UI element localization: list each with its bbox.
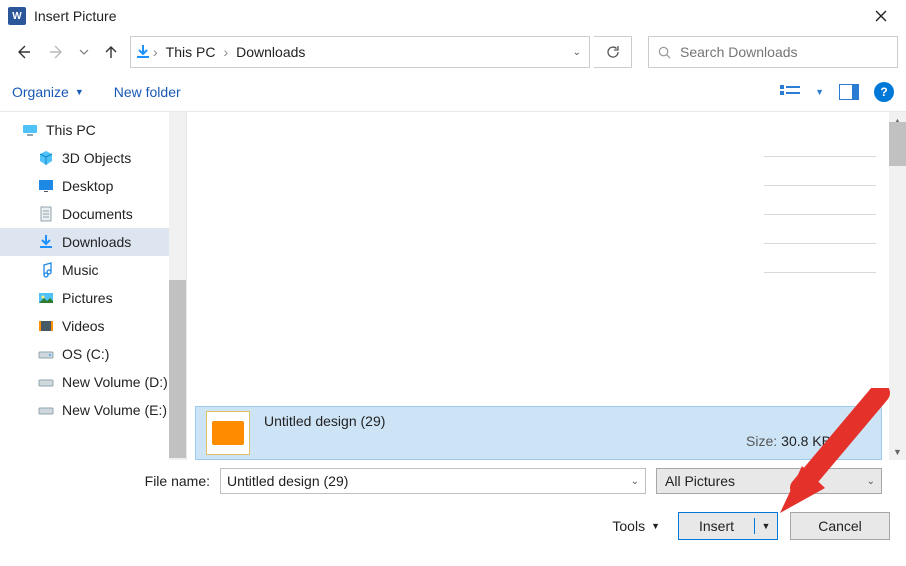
cube-icon — [38, 150, 54, 166]
videos-icon — [38, 318, 54, 334]
back-button[interactable] — [8, 37, 38, 67]
up-button[interactable] — [96, 37, 126, 67]
tree-item-new-volume-d[interactable]: New Volume (D:) — [0, 368, 169, 396]
insert-button-main[interactable]: Insert — [679, 518, 755, 534]
title-bar: W Insert Picture — [0, 0, 906, 32]
tree-item-new-volume-e[interactable]: New Volume (E:) — [0, 396, 169, 424]
nav-tree: ▲ This PC 3D Objects Desktop Documents D… — [0, 112, 186, 460]
breadcrumb-this-pc[interactable]: This PC — [160, 44, 222, 60]
view-dropdown-icon[interactable]: ▼ — [815, 87, 824, 97]
filter-value: All Pictures — [665, 473, 735, 489]
drive-icon — [38, 402, 54, 418]
file-type-filter[interactable]: All Pictures ⌄ — [656, 468, 882, 494]
path-dropdown-icon[interactable]: ⌄ — [573, 47, 581, 58]
file-size-label: Size: — [746, 433, 777, 449]
close-button[interactable] — [860, 0, 902, 32]
cancel-button[interactable]: Cancel — [790, 512, 890, 540]
file-item-selected[interactable]: Untitled design (29) Size: 30.8 KB — [195, 406, 882, 460]
address-bar[interactable]: › This PC › Downloads ⌄ — [130, 36, 590, 68]
search-box[interactable] — [648, 36, 898, 68]
insert-button[interactable]: Insert ▼ — [678, 512, 778, 540]
tools-label: Tools — [612, 518, 645, 534]
new-folder-button[interactable]: New folder — [114, 84, 181, 100]
body: ▲ This PC 3D Objects Desktop Documents D… — [0, 112, 906, 460]
breadcrumb-downloads[interactable]: Downloads — [230, 44, 311, 60]
window-title: Insert Picture — [34, 8, 860, 24]
chevron-down-icon[interactable]: ⌄ — [867, 476, 875, 487]
tree-item-pictures[interactable]: Pictures — [0, 284, 169, 312]
content-pane: Untitled design (29) Size: 30.8 KB ▲ ▼ — [186, 112, 906, 460]
organize-menu[interactable]: Organize ▼ — [12, 84, 84, 100]
nav-bar: › This PC › Downloads ⌄ — [0, 32, 906, 72]
content-scroll-down-icon[interactable]: ▼ — [889, 443, 906, 460]
music-icon — [38, 262, 54, 278]
filename-label: File name: — [16, 473, 210, 489]
tree-item-3d-objects[interactable]: 3D Objects — [0, 144, 169, 172]
tree-scroll-thumb[interactable] — [169, 280, 186, 458]
pictures-icon — [38, 290, 54, 306]
drive-icon — [38, 374, 54, 390]
filename-combobox[interactable]: Untitled design (29) ⌄ — [220, 468, 646, 494]
tree-item-downloads[interactable]: Downloads — [0, 228, 169, 256]
tree-this-pc[interactable]: This PC — [0, 116, 169, 144]
tools-menu[interactable]: Tools ▼ — [612, 518, 660, 534]
search-input[interactable] — [678, 43, 889, 61]
forward-button[interactable] — [42, 37, 72, 67]
tree-item-documents[interactable]: Documents — [0, 200, 169, 228]
pc-icon — [22, 122, 38, 138]
tree-item-videos[interactable]: Videos — [0, 312, 169, 340]
tree-item-os-c[interactable]: OS (C:) — [0, 340, 169, 368]
toolbar: Organize ▼ New folder ▼ ? — [0, 72, 906, 112]
filename-value: Untitled design (29) — [227, 473, 348, 489]
download-icon — [38, 234, 54, 250]
downloads-folder-icon — [135, 44, 151, 60]
footer: File name: Untitled design (29) ⌄ All Pi… — [0, 460, 906, 554]
file-thumbnail-icon — [206, 411, 250, 455]
preview-pane-icon[interactable] — [838, 81, 860, 103]
document-icon — [38, 206, 54, 222]
drive-icon — [38, 346, 54, 362]
desktop-icon — [38, 178, 54, 194]
insert-button-dropdown[interactable]: ▼ — [755, 521, 777, 531]
file-size-value: 30.8 KB — [781, 433, 831, 449]
organize-label: Organize — [12, 84, 69, 100]
file-name: Untitled design (29) — [264, 413, 871, 429]
chevron-down-icon[interactable]: ⌄ — [631, 476, 639, 487]
word-app-icon: W — [8, 7, 26, 25]
tree-item-desktop[interactable]: Desktop — [0, 172, 169, 200]
help-icon[interactable]: ? — [874, 82, 894, 102]
view-list-icon[interactable] — [779, 81, 801, 103]
search-icon — [657, 45, 672, 60]
refresh-button[interactable] — [594, 36, 632, 68]
history-dropdown[interactable] — [76, 37, 92, 67]
tree-item-music[interactable]: Music — [0, 256, 169, 284]
placeholder-lines — [764, 156, 876, 301]
content-scroll-thumb[interactable] — [889, 122, 906, 166]
